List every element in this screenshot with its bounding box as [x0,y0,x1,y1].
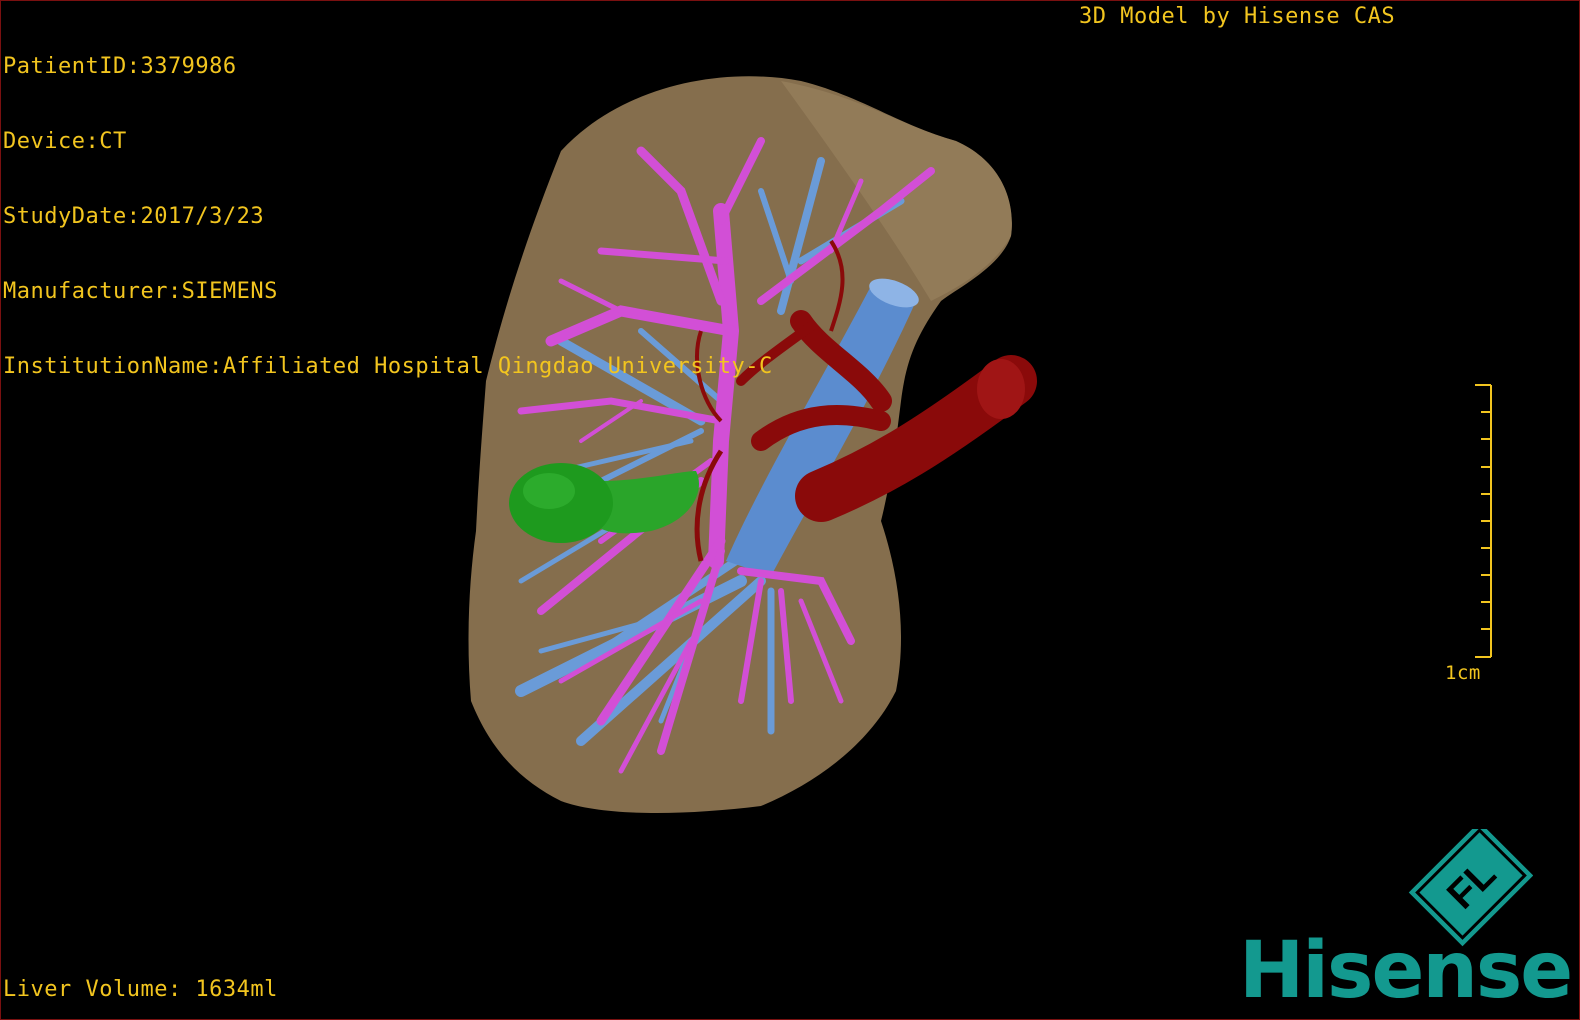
institution-name: InstitutionName:Affiliated Hospital Qing… [3,354,773,379]
liver-volume: Liver Volume: 1634ml [3,977,278,1002]
patient-info-panel: PatientID:3379986 Device:CT StudyDate:20… [3,4,773,429]
patient-id: PatientID:3379986 [3,54,237,79]
manufacturer: Manufacturer:SIEMENS [3,279,278,304]
study-date: StudyDate:2017/3/23 [3,204,265,229]
device: Device:CT [3,129,127,154]
model-credit: 3D Model by Hisense CAS [1079,4,1396,29]
scale-bar [1475,384,1492,658]
3d-viewport[interactable]: PatientID:3379986 Device:CT StudyDate:20… [0,0,1580,1020]
scale-label: 1cm [1445,662,1481,684]
hisense-brand: Hisense [1239,926,1573,1016]
